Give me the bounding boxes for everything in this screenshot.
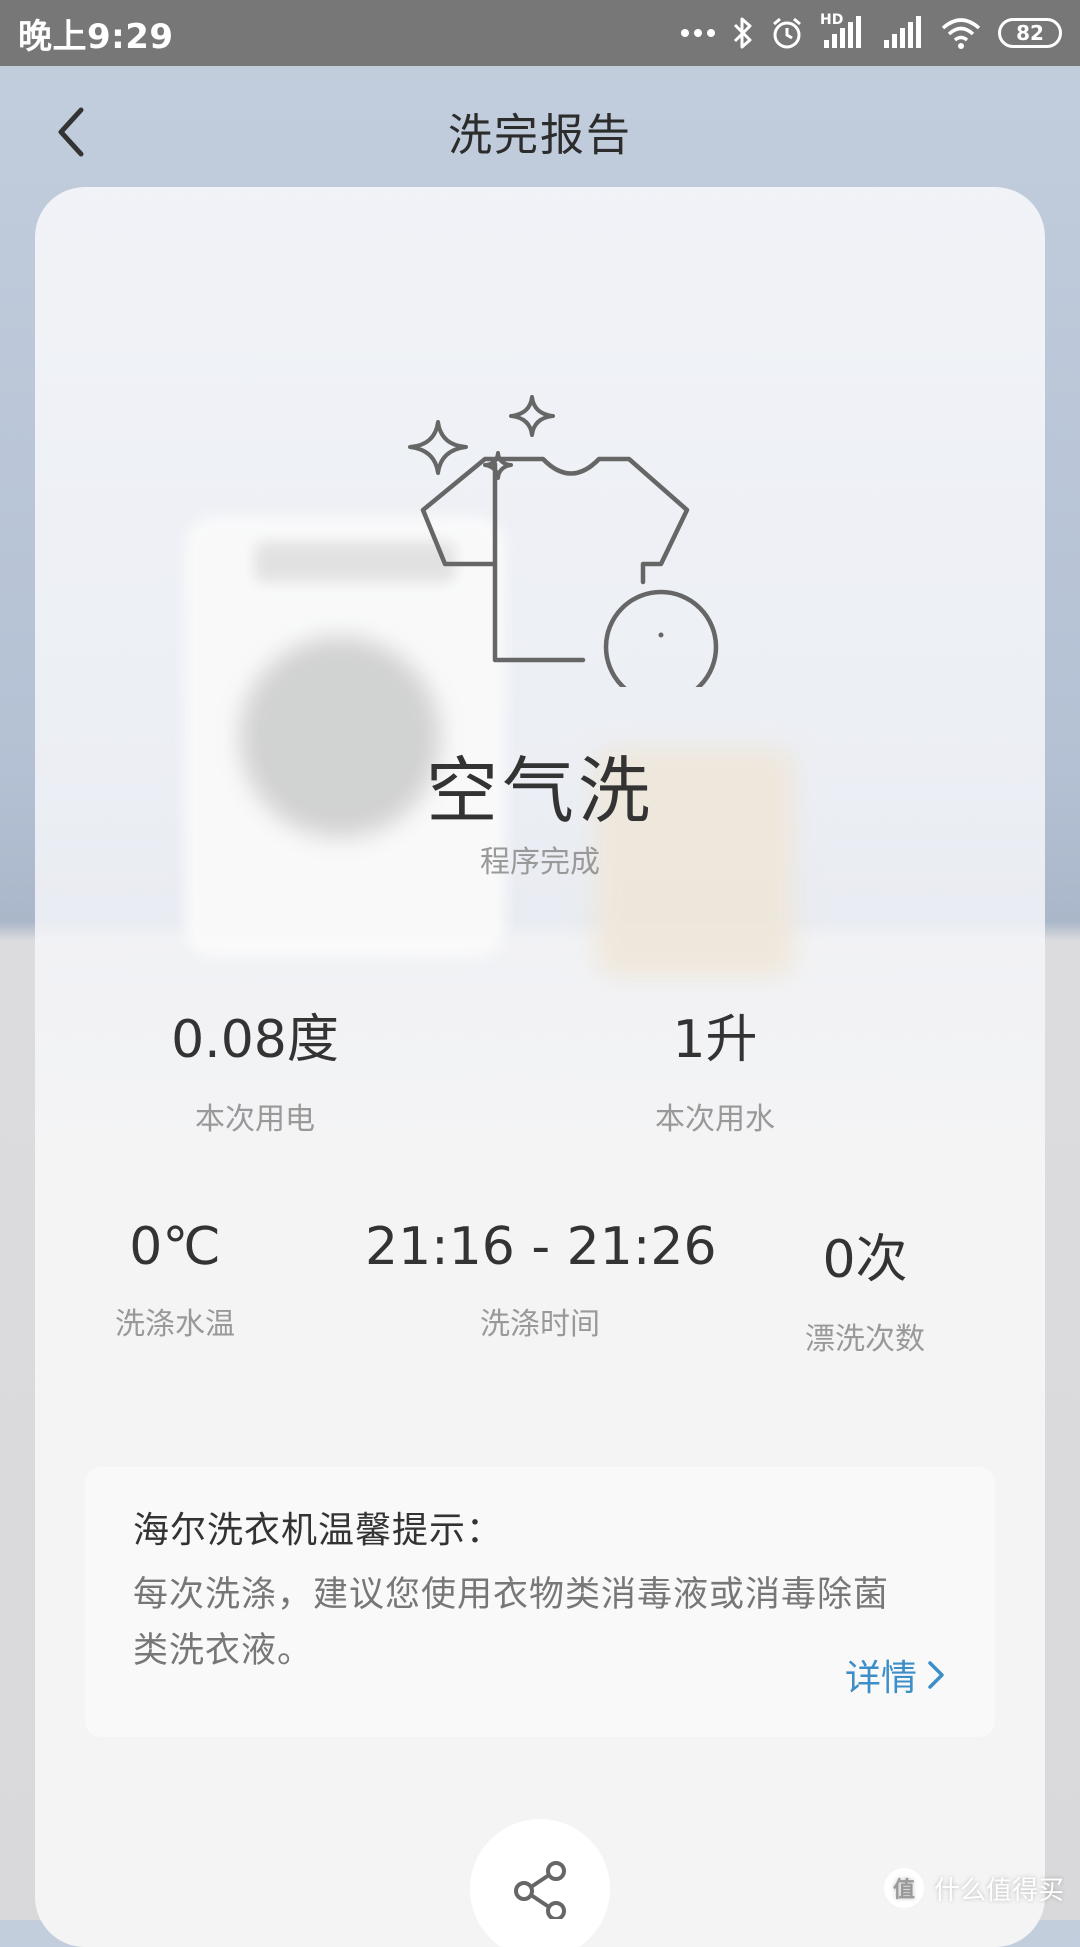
stat-label: 洗涤水温 xyxy=(115,1307,235,1342)
battery-level: 82 xyxy=(1016,21,1044,45)
stat-wash-time: 21:16 - 21:26 洗涤时间 xyxy=(365,1217,717,1343)
details-link[interactable]: 详情 xyxy=(845,1649,945,1701)
stat-electricity: 0.08度 本次用电 xyxy=(155,997,355,1138)
battery-indicator: 82 xyxy=(998,18,1062,48)
more-dots-icon xyxy=(681,29,715,37)
tshirt-sparkle-icon xyxy=(408,395,719,687)
program-status: 程序完成 xyxy=(480,845,600,880)
status-time: 晚上9:29 xyxy=(18,16,174,57)
details-label: 详情 xyxy=(844,1658,917,1699)
stat-value: 0次 xyxy=(822,1230,908,1290)
chevron-right-icon xyxy=(928,1661,944,1689)
chevron-left-icon xyxy=(58,107,84,157)
status-bar: 晚上9:29 HD 82 xyxy=(0,0,1080,66)
tip-title: 海尔洗衣机温馨提示： xyxy=(133,1510,504,1551)
program-name: 空气洗 xyxy=(425,749,654,833)
tip-line: 每次洗涤，建议您使用衣物类消毒液或消毒除菌 xyxy=(133,1575,890,1615)
watermark: 值 什么值得买 xyxy=(883,1868,1064,1908)
hd-signal-icon: HD xyxy=(820,12,864,50)
alarm-icon xyxy=(773,17,801,49)
stat-label: 漂洗次数 xyxy=(805,1322,925,1357)
stat-water: 1升 本次用水 xyxy=(615,997,815,1138)
watermark-text: 什么值得买 xyxy=(933,1875,1064,1906)
stat-label: 洗涤时间 xyxy=(480,1307,600,1342)
share-icon xyxy=(514,1861,566,1919)
back-button[interactable] xyxy=(40,102,100,162)
tip-body: 每次洗涤，建议您使用衣物类消毒液或消毒除菌 类洗衣液。 xyxy=(133,1567,947,1679)
tip-line: 类洗衣液。 xyxy=(133,1631,314,1671)
stat-value: 0℃ xyxy=(129,1217,221,1277)
wifi-icon xyxy=(941,18,981,49)
tip-box: 海尔洗衣机温馨提示： 每次洗涤，建议您使用衣物类消毒液或消毒除菌 类洗衣液。 详… xyxy=(85,1467,995,1737)
stat-rinse-count: 0次 漂洗次数 xyxy=(765,1217,965,1358)
signal-icon xyxy=(884,16,921,48)
stat-water-temp: 0℃ 洗涤水温 xyxy=(75,1217,275,1343)
stat-label: 本次用电 xyxy=(195,1102,315,1137)
stat-value: 21:16 - 21:26 xyxy=(365,1217,717,1277)
bluetooth-icon xyxy=(733,17,752,49)
page-title: 洗完报告 xyxy=(448,110,632,161)
share-button[interactable] xyxy=(470,1819,610,1947)
watermark-logo: 值 xyxy=(883,1868,924,1908)
report-card: 空气洗 程序完成 0.08度 本次用电 1升 本次用水 0℃ 洗涤水温 21:1… xyxy=(35,187,1045,1947)
header: 洗完报告 xyxy=(0,66,1080,196)
stat-value: 1升 xyxy=(672,1010,758,1070)
status-icons: HD 82 xyxy=(680,12,1062,50)
stat-value: 0.08度 xyxy=(171,1010,339,1070)
stat-label: 本次用水 xyxy=(655,1102,775,1137)
